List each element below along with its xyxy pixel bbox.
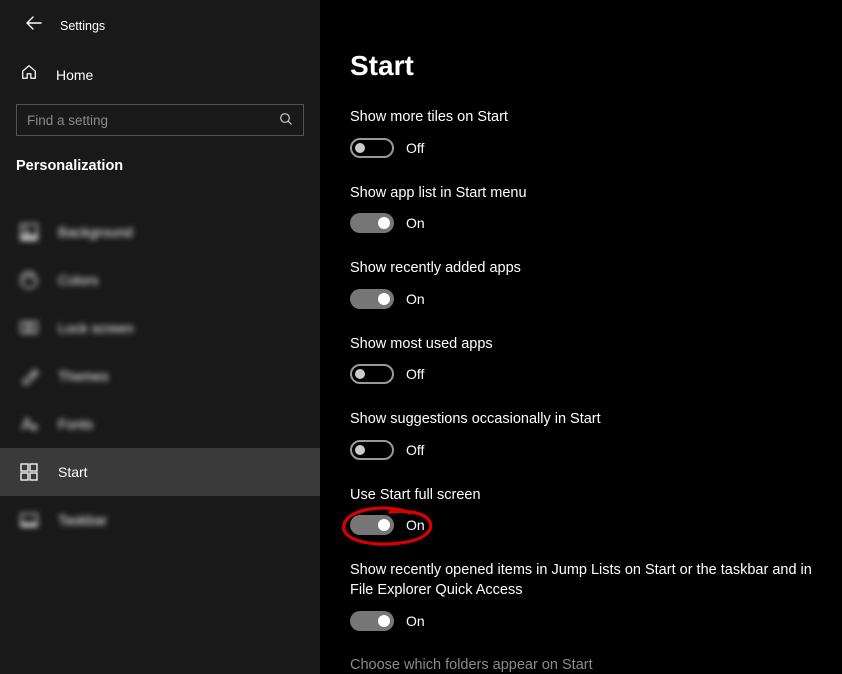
toggle-row: On	[350, 611, 812, 631]
sidebar-item-background[interactable]: Background	[0, 208, 320, 256]
home-label: Home	[56, 67, 93, 83]
setting-label: Show app list in Start menu	[350, 184, 812, 204]
sidebar-item-fonts[interactable]: Fonts	[0, 400, 320, 448]
setting-most-used: Show most used apps Off	[350, 335, 812, 385]
background-icon	[20, 223, 38, 241]
nav-label: Start	[58, 464, 88, 480]
sidebar-item-start[interactable]: Start	[0, 448, 320, 496]
toggle-state-text: Off	[406, 366, 424, 382]
toggle-row: On	[350, 289, 812, 309]
sidebar-item-themes[interactable]: Themes	[0, 352, 320, 400]
nav-label: Background	[58, 224, 133, 240]
main-content: Start Show more tiles on Start Off Show …	[320, 0, 842, 674]
setting-jump-lists: Show recently opened items in Jump Lists…	[350, 561, 812, 630]
toggle-row: On	[350, 515, 812, 535]
nav-list: Background Colors Lock screen Themes	[0, 208, 320, 544]
sidebar-item-taskbar[interactable]: Taskbar	[0, 496, 320, 544]
toggle-suggestions[interactable]	[350, 440, 394, 460]
setting-show-app-list: Show app list in Start menu On	[350, 184, 812, 234]
taskbar-icon	[20, 511, 38, 529]
sidebar-item-lockscreen[interactable]: Lock screen	[0, 304, 320, 352]
setting-show-more-tiles: Show more tiles on Start Off	[350, 108, 812, 158]
toggle-full-screen[interactable]	[350, 515, 394, 535]
setting-label: Show more tiles on Start	[350, 108, 812, 128]
nav-label: Lock screen	[58, 320, 133, 336]
titlebar: Settings	[0, 0, 320, 45]
setting-full-screen: Use Start full screen On	[350, 486, 812, 536]
search-box[interactable]	[16, 104, 304, 136]
setting-recently-added: Show recently added apps On	[350, 259, 812, 309]
toggle-row: Off	[350, 138, 812, 158]
section-title: Personalization	[0, 154, 320, 188]
nav-label: Colors	[58, 272, 98, 288]
search-icon	[279, 112, 293, 129]
setting-label: Show most used apps	[350, 335, 812, 355]
search-container	[0, 96, 320, 154]
lockscreen-icon	[20, 319, 38, 337]
toggle-state-text: On	[406, 613, 425, 629]
toggle-recently-added[interactable]	[350, 289, 394, 309]
back-arrow-icon[interactable]	[26, 16, 42, 35]
toggle-row: Off	[350, 364, 812, 384]
nav-label: Themes	[58, 368, 109, 384]
toggle-state-text: On	[406, 215, 425, 231]
setting-label: Use Start full screen	[350, 486, 812, 506]
setting-label: Show suggestions occasionally in Start	[350, 410, 812, 430]
themes-icon	[20, 367, 38, 385]
app-title: Settings	[60, 19, 105, 33]
toggle-most-used[interactable]	[350, 364, 394, 384]
home-nav[interactable]: Home	[0, 45, 320, 96]
toggle-row: On	[350, 213, 812, 233]
toggle-state-text: Off	[406, 140, 424, 156]
start-icon	[20, 463, 38, 481]
setting-label: Show recently added apps	[350, 259, 812, 279]
toggle-state-text: Off	[406, 442, 424, 458]
home-icon	[20, 63, 38, 86]
sidebar-item-colors[interactable]: Colors	[0, 256, 320, 304]
fonts-icon	[20, 415, 38, 433]
toggle-row: Off	[350, 440, 812, 460]
toggle-state-text: On	[406, 291, 425, 307]
choose-folders-link[interactable]: Choose which folders appear on Start	[350, 657, 812, 673]
nav-label: Fonts	[58, 416, 93, 432]
toggle-state-text: On	[406, 517, 425, 533]
setting-suggestions: Show suggestions occasionally in Start O…	[350, 410, 812, 460]
toggle-jump-lists[interactable]	[350, 611, 394, 631]
page-title: Start	[350, 50, 812, 82]
settings-app: Settings Home Personalization Backgro	[0, 0, 842, 674]
search-input[interactable]	[27, 113, 279, 128]
setting-label: Show recently opened items in Jump Lists…	[350, 561, 812, 600]
nav-label: Taskbar	[58, 512, 107, 528]
toggle-show-app-list[interactable]	[350, 213, 394, 233]
sidebar: Settings Home Personalization Backgro	[0, 0, 320, 674]
colors-icon	[20, 271, 38, 289]
toggle-show-more-tiles[interactable]	[350, 138, 394, 158]
